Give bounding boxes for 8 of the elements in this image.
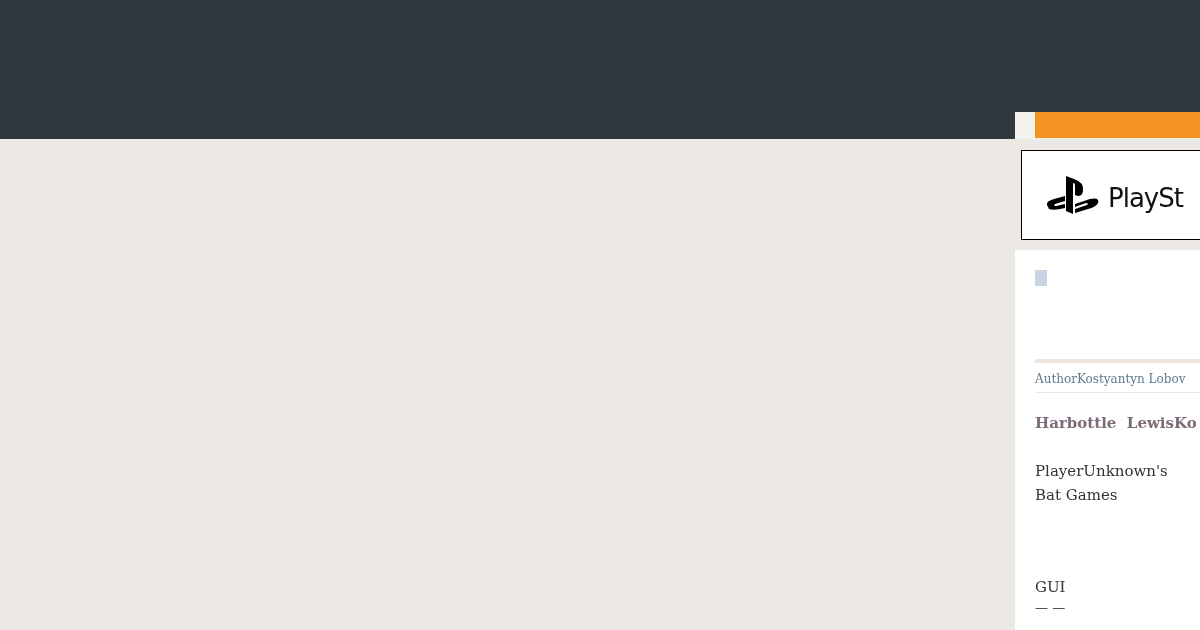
dash-marks: — — (1035, 600, 1067, 615)
byline: Harbottle LewisKo (1035, 414, 1198, 432)
logo-text: PlaySt (1108, 183, 1183, 213)
section-label: GUI (1035, 578, 1067, 596)
game-title: PlayerUnknown's Bat Games (1035, 461, 1169, 506)
author-line: AuthorKostyantyn Lobov (1035, 372, 1187, 386)
playstation-logo-icon (1046, 174, 1100, 216)
image-placeholder-icon (1035, 270, 1047, 286)
